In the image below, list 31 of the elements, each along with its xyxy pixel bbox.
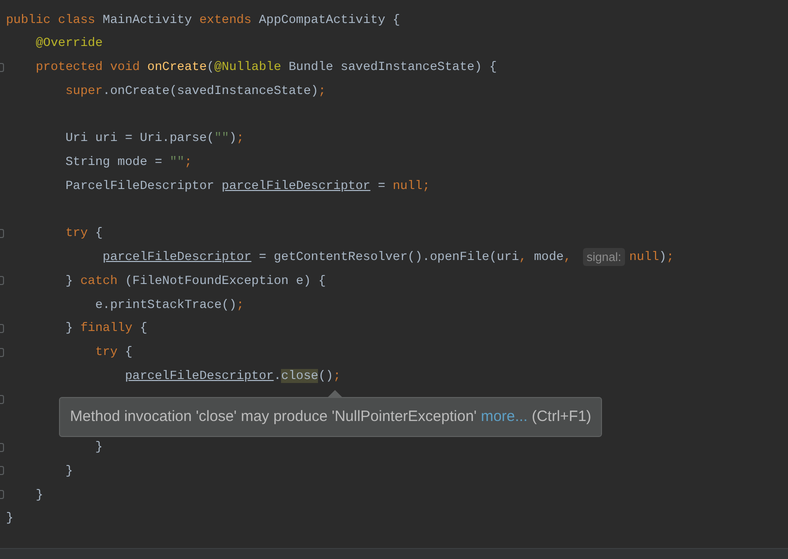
fold-marker-icon[interactable] xyxy=(0,348,4,356)
code-text: } xyxy=(94,439,103,456)
code-text: } xyxy=(34,486,44,504)
code-text: ParcelFileDescriptor parcelFileDescriptor = null; xyxy=(64,178,430,195)
code-text: } xyxy=(64,462,73,480)
fold-marker-icon[interactable] xyxy=(0,276,4,286)
code-text: String mode = ""; xyxy=(64,154,192,172)
fold-marker-icon[interactable] xyxy=(0,442,4,452)
more-link[interactable]: more... xyxy=(480,408,528,425)
code-text: public class MainActivity extends AppCompatActivity { xyxy=(6,12,400,29)
fold-marker-icon[interactable] xyxy=(0,395,4,404)
code-text: } xyxy=(6,510,14,528)
code-text: e.printStackTrace(); xyxy=(94,296,244,314)
fold-marker-icon[interactable] xyxy=(0,490,4,499)
fold-marker-icon[interactable] xyxy=(0,228,4,238)
fold-marker-icon[interactable] xyxy=(0,466,4,476)
code-text: @Override xyxy=(34,35,103,52)
code-text: } catch (FileNotFoundException e) { xyxy=(64,272,326,290)
code-text: parcelFileDescriptor = getContentResolver().openFile(uri, mode, xyxy=(102,249,572,266)
tooltip-message: Method invocation 'close' may produce 'NullPointerException' more... (Ctrl+F1) xyxy=(70,406,592,427)
code-text: super.onCreate(savedInstanceState); xyxy=(64,82,326,100)
code-text: null); xyxy=(629,249,674,266)
fold-marker-icon[interactable] xyxy=(0,324,4,333)
code-text: Uri uri = Uri.parse(""); xyxy=(64,130,244,148)
code-text: } finally { xyxy=(64,320,148,338)
parameter-hint: signal: xyxy=(582,248,626,266)
fold-marker-icon[interactable] xyxy=(0,62,4,72)
code-text: protected void onCreate(@Nullable Bundle savedInstanceState) { xyxy=(34,59,497,76)
code-text: try { xyxy=(94,344,132,362)
code-text: try { xyxy=(64,225,103,242)
code-text: parcelFileDescriptor.close(); xyxy=(124,368,341,385)
